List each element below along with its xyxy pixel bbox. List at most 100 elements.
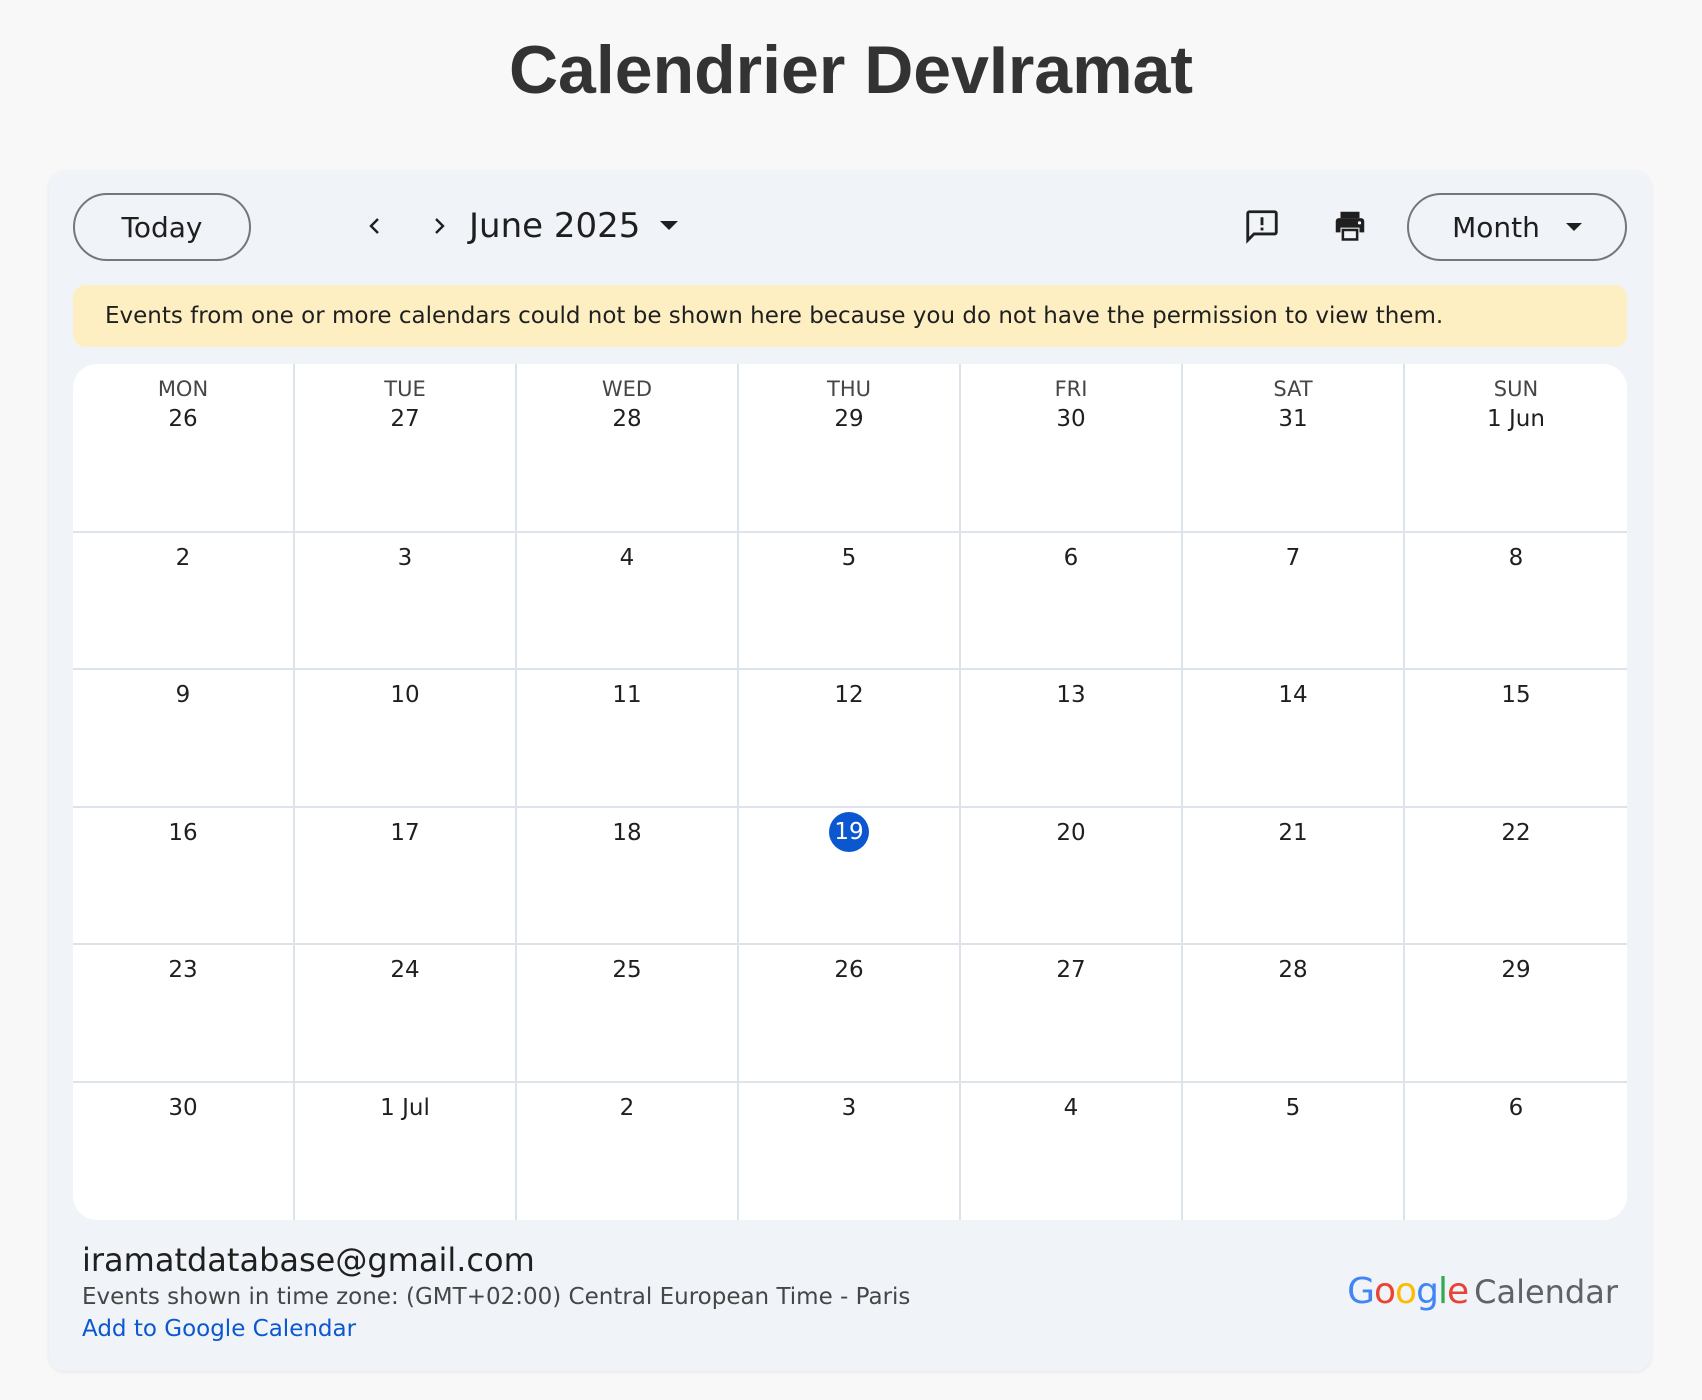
day-cell[interactable]: 13: [961, 670, 1183, 808]
day-cell[interactable]: WED 28: [517, 364, 739, 533]
date-number: 2: [619, 1094, 635, 1121]
weekday-label: MON: [157, 377, 209, 401]
date-number: 28: [1278, 957, 1308, 984]
weekday-label: WED: [601, 377, 653, 401]
date-number: 6: [1063, 545, 1079, 571]
date-number: 24: [390, 957, 420, 984]
month-label: June 2025: [469, 206, 641, 246]
day-cell[interactable]: 28: [1183, 945, 1405, 1083]
google-letter: o: [1395, 1271, 1417, 1312]
weekday-label: SAT: [1273, 377, 1313, 401]
date-number: 22: [1501, 819, 1531, 846]
print-button[interactable]: [1325, 201, 1375, 251]
warning-text: Events from one or more calendars could …: [105, 303, 1444, 329]
google-wordmark: Google: [1347, 1271, 1469, 1312]
date-number: 30: [168, 1094, 198, 1121]
permission-warning-banner: Events from one or more calendars could …: [73, 285, 1627, 347]
date-number: 1 Jun: [1487, 406, 1545, 432]
timezone-text: Events shown in time zone: (GMT+02:00) C…: [82, 1284, 911, 1310]
weekday-label: FRI: [1054, 377, 1088, 401]
day-cell[interactable]: 7: [1183, 533, 1405, 671]
day-cell[interactable]: 30: [73, 1082, 295, 1220]
day-cell[interactable]: 6: [1405, 1083, 1627, 1220]
day-cell[interactable]: SAT 31: [1183, 364, 1405, 533]
google-letter: o: [1374, 1271, 1396, 1312]
chevron-right-icon: [435, 218, 445, 234]
date-number: 10: [390, 682, 420, 709]
date-number: 5: [841, 545, 857, 571]
day-cell[interactable]: THU 29: [739, 364, 961, 533]
feedback-button[interactable]: [1237, 201, 1287, 251]
day-cell[interactable]: 16: [73, 807, 295, 946]
chevron-left-icon: [369, 218, 379, 234]
date-number: 3: [841, 1094, 857, 1121]
day-cell[interactable]: MON 26: [73, 364, 295, 533]
day-cell[interactable]: 9: [73, 670, 295, 808]
day-cell[interactable]: 3: [739, 1082, 961, 1220]
day-cell[interactable]: SUN 1 Jun: [1405, 364, 1627, 533]
date-number: 1 Jul: [380, 1094, 430, 1121]
google-letter: l: [1437, 1271, 1448, 1312]
weekday-label: TUE: [384, 377, 426, 401]
day-cell[interactable]: 5: [1183, 1082, 1405, 1220]
day-cell[interactable]: 2: [517, 1082, 739, 1220]
day-cell[interactable]: 11: [517, 670, 739, 808]
day-cell[interactable]: 18: [517, 807, 739, 946]
date-number: 12: [834, 682, 864, 709]
previous-month-button[interactable]: [350, 201, 400, 251]
google-calendar-logo[interactable]: Google Calendar: [1347, 1271, 1618, 1312]
toolbar: Today June 2025 Month: [49, 171, 1651, 285]
day-cell[interactable]: 5: [739, 533, 961, 671]
date-number: 17: [390, 819, 420, 846]
date-number: 5: [1285, 1094, 1301, 1121]
day-cell[interactable]: 4: [961, 1082, 1183, 1220]
date-number: 26: [834, 957, 864, 984]
view-selector-button[interactable]: Month: [1407, 193, 1627, 261]
day-cell[interactable]: 22: [1405, 808, 1627, 946]
day-cell[interactable]: 6: [961, 533, 1183, 671]
day-cell[interactable]: 27: [961, 945, 1183, 1083]
page-title: Calendrier DevIramat: [508, 32, 1194, 108]
date-number: 4: [1063, 1094, 1079, 1121]
day-cell[interactable]: 2: [73, 533, 295, 671]
date-number: 21: [1278, 819, 1308, 846]
date-number: 27: [390, 406, 420, 432]
google-letter: e: [1446, 1271, 1469, 1312]
day-cell[interactable]: 19: [739, 807, 961, 946]
day-cell[interactable]: 26: [739, 945, 961, 1083]
caret-down-icon: [1565, 222, 1582, 231]
day-cell[interactable]: 1 Jul: [295, 1082, 517, 1220]
day-cell[interactable]: 4: [517, 533, 739, 671]
calendar-owner-email: iramatdatabase@gmail.com: [82, 1241, 535, 1279]
day-cell[interactable]: 10: [295, 670, 517, 808]
date-number: 16: [168, 819, 198, 846]
day-cell[interactable]: 21: [1183, 807, 1405, 946]
day-cell[interactable]: 14: [1183, 670, 1405, 808]
day-cell[interactable]: 15: [1405, 670, 1627, 808]
day-cell[interactable]: 8: [1405, 533, 1627, 671]
print-icon: [1335, 211, 1365, 241]
month-picker[interactable]: June 2025: [469, 201, 679, 251]
date-number: 13: [1056, 682, 1086, 709]
day-cell[interactable]: FRI 30: [961, 364, 1183, 533]
day-cell[interactable]: 12: [739, 670, 961, 808]
today-date-number: 19: [829, 811, 869, 852]
day-cell[interactable]: TUE 27: [295, 364, 517, 533]
date-number: 2: [175, 545, 191, 571]
day-cell[interactable]: 20: [961, 807, 1183, 946]
day-cell[interactable]: 29: [1405, 945, 1627, 1083]
calendar-footer: iramatdatabase@gmail.com Events shown in…: [82, 1239, 1082, 1345]
day-cell[interactable]: 23: [73, 945, 295, 1083]
date-number: 31: [1278, 406, 1308, 432]
next-month-button[interactable]: [414, 201, 464, 251]
weekday-label: THU: [827, 377, 871, 401]
view-label: Month: [1452, 210, 1540, 244]
day-cell[interactable]: 17: [295, 807, 517, 946]
day-cell[interactable]: 24: [295, 945, 517, 1083]
add-to-google-calendar-link[interactable]: Add to Google Calendar: [82, 1316, 356, 1342]
today-button[interactable]: Today: [73, 193, 251, 261]
date-number: 6: [1508, 1094, 1524, 1121]
day-cell[interactable]: 25: [517, 945, 739, 1083]
day-cell[interactable]: 3: [295, 533, 517, 671]
date-number: 4: [619, 545, 635, 571]
